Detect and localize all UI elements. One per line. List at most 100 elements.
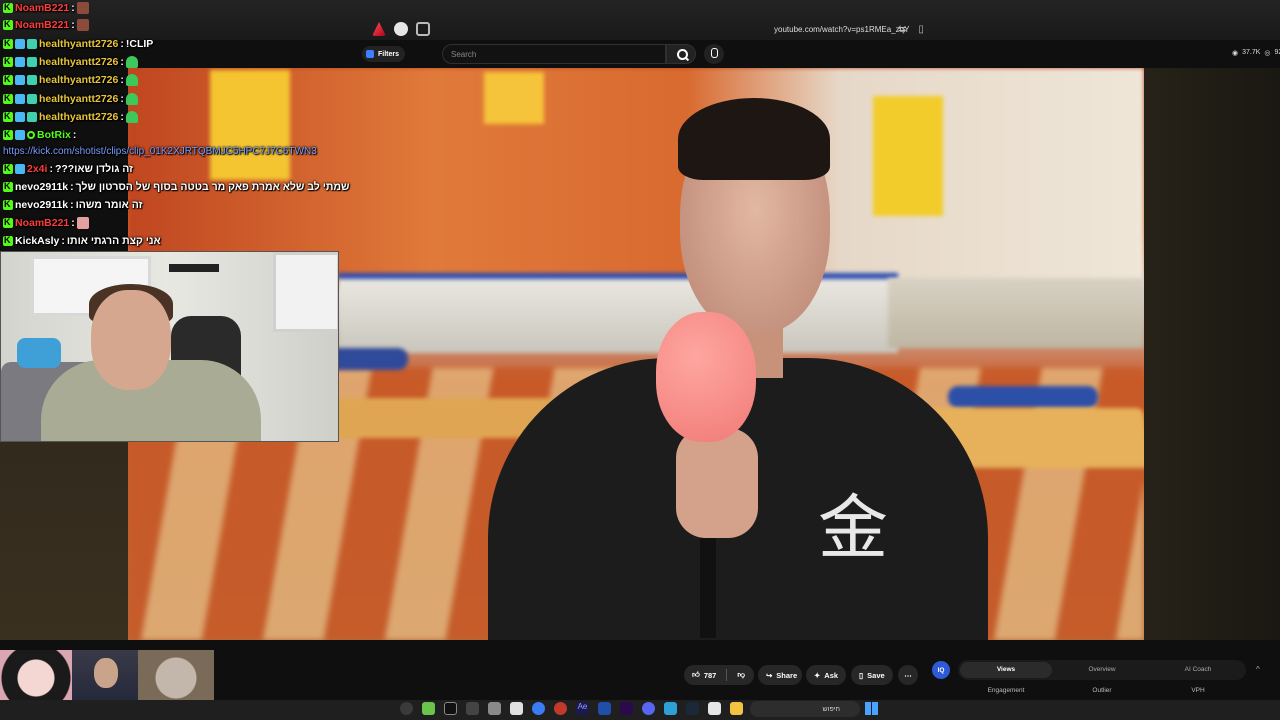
chat-separator: : bbox=[71, 217, 75, 229]
chat-username: healthyantt2726 bbox=[39, 93, 119, 105]
chat-separator: : bbox=[120, 111, 124, 123]
webcam-person-head bbox=[91, 290, 171, 390]
chat-message: NoamB221 : bbox=[3, 0, 89, 16]
watchers-count: 92 bbox=[1274, 49, 1280, 56]
shirt-logo: 金 bbox=[818, 487, 888, 569]
tab-ai-coach[interactable]: AI Coach bbox=[1152, 662, 1244, 678]
steam-icon[interactable] bbox=[686, 702, 699, 715]
terminal-icon[interactable] bbox=[466, 702, 479, 715]
discord-icon[interactable] bbox=[642, 702, 655, 715]
brave-shield-icon[interactable] bbox=[372, 22, 386, 36]
gift-badge-icon bbox=[27, 39, 37, 49]
share-label: Share bbox=[776, 670, 798, 680]
tab-overview[interactable]: Overview bbox=[1056, 662, 1148, 678]
like-count: 787 bbox=[703, 670, 717, 680]
iq-tabs: Views Overview AI Coach bbox=[958, 660, 1246, 680]
after-effects-icon[interactable]: Ae bbox=[576, 702, 589, 715]
photoshop-icon[interactable] bbox=[598, 702, 611, 715]
chat-separator: : bbox=[72, 129, 77, 141]
microphone-icon[interactable] bbox=[704, 44, 724, 64]
save-button[interactable]: ▯ Save bbox=[851, 665, 893, 685]
address-bar-tools: ⇆ ▯ bbox=[898, 24, 924, 35]
chat-separator: : bbox=[120, 56, 124, 68]
more-button[interactable]: ⋯ bbox=[898, 665, 918, 685]
tab-icon[interactable] bbox=[416, 22, 430, 36]
chat-message: 2x4i : ???זה גולדן שאו bbox=[3, 161, 133, 177]
chat-username: healthyantt2726 bbox=[39, 111, 119, 123]
chat-message: nevo2911k : זה אומר משהו bbox=[3, 197, 142, 213]
gift-badge-icon bbox=[27, 94, 37, 104]
subscriber-badge-icon bbox=[15, 39, 25, 49]
chat-emote-icon bbox=[76, 2, 89, 14]
chat-message: healthyantt2726 : bbox=[3, 72, 138, 88]
gift-badge-icon bbox=[27, 75, 37, 85]
chat-message: NoamB221 : bbox=[3, 17, 89, 33]
search-input[interactable]: Search bbox=[442, 44, 666, 64]
iq-extension-icon[interactable]: IQ bbox=[932, 661, 950, 679]
app-icon[interactable] bbox=[488, 702, 501, 715]
video-person-hand bbox=[676, 428, 758, 538]
chat-username: healthyantt2726 bbox=[39, 74, 119, 86]
taskbar-search[interactable]: חיפוש bbox=[750, 701, 860, 717]
browser-extension-icons bbox=[372, 22, 430, 36]
chat-emote-icon bbox=[125, 111, 138, 123]
translate-icon[interactable]: ⇆ bbox=[898, 24, 906, 35]
filters-button[interactable]: Filters bbox=[362, 46, 406, 62]
app-icon[interactable] bbox=[664, 702, 677, 715]
chat-separator: : bbox=[61, 235, 65, 247]
clip-link[interactable]: https://kick.com/shotist/clips/clip_01K2… bbox=[3, 146, 317, 157]
store-icon[interactable] bbox=[708, 702, 721, 715]
thumbs-down-icon[interactable]: 👎︎ bbox=[737, 670, 745, 680]
search-icon[interactable] bbox=[666, 44, 696, 64]
chat-message: healthyantt2726 : !CLIP bbox=[3, 36, 153, 52]
extension-icon[interactable] bbox=[394, 22, 408, 36]
windows-start-icon[interactable] bbox=[865, 702, 878, 715]
chat-message: healthyantt2726 : bbox=[3, 54, 138, 70]
microphone-foam bbox=[656, 312, 756, 442]
browser-toolbar bbox=[0, 0, 1280, 40]
app-icon[interactable] bbox=[510, 702, 523, 715]
thumbs-up-icon[interactable]: 👍︎ bbox=[692, 670, 700, 680]
davinci-icon[interactable] bbox=[554, 702, 567, 715]
chat-message: healthyantt2726 : bbox=[3, 109, 138, 125]
app-icon[interactable] bbox=[532, 702, 545, 715]
kick-badge-icon bbox=[3, 19, 13, 30]
minecraft-icon[interactable] bbox=[422, 702, 435, 715]
bookmark-icon[interactable]: ▯ bbox=[918, 24, 924, 35]
subscriber-badge-icon bbox=[15, 94, 25, 104]
obs-icon[interactable] bbox=[400, 702, 413, 715]
address-bar[interactable]: youtube.com/watch?v=ps1RMEa_zqY bbox=[774, 25, 909, 34]
premiere-icon[interactable] bbox=[620, 702, 633, 715]
chat-message: KickAsly : אני קצת הרגתי אותו bbox=[3, 233, 161, 249]
right-background bbox=[1144, 68, 1280, 640]
tab-views[interactable]: Views bbox=[960, 662, 1052, 678]
webcam-window bbox=[273, 252, 338, 332]
eye-icon: ◎ bbox=[1264, 50, 1271, 57]
kick-badge-icon bbox=[3, 163, 13, 174]
sparkle-icon: ✦ bbox=[814, 670, 821, 680]
chat-username: NoamB221 bbox=[15, 2, 70, 14]
chat-text: ???זה גולדן שאו bbox=[54, 163, 134, 175]
chat-emote-icon bbox=[76, 217, 89, 229]
subscriber-badge-icon bbox=[15, 57, 25, 67]
chat-text: אני קצת הרגתי אותו bbox=[66, 235, 161, 247]
chat-text: שמתי לב שלא אמרת פאק מר בטטה בסוף של הסר… bbox=[75, 181, 350, 193]
chat-text: !CLIP bbox=[125, 38, 154, 50]
subscriber-badge-icon bbox=[15, 164, 25, 174]
like-divider bbox=[726, 669, 728, 681]
subscriber-badge-icon bbox=[15, 130, 25, 140]
x-app-icon[interactable] bbox=[444, 702, 457, 715]
streamer-webcam bbox=[0, 251, 339, 442]
share-button[interactable]: ↪ Share bbox=[758, 665, 802, 685]
like-dislike-button[interactable]: 👍︎ 787 👎︎ bbox=[684, 665, 754, 685]
column-vph: VPH bbox=[1191, 687, 1205, 694]
collapse-icon[interactable]: ^ bbox=[1256, 665, 1260, 674]
chat-emote-icon bbox=[125, 93, 138, 105]
chat-emote-icon bbox=[76, 19, 89, 31]
chat-username: healthyantt2726 bbox=[39, 38, 119, 50]
viewer-stats: ◉ 37.7K ◎ 92 bbox=[1232, 49, 1280, 57]
ask-button[interactable]: ✦ Ask bbox=[806, 665, 846, 685]
chat-emote-icon bbox=[125, 74, 138, 86]
folder-icon[interactable] bbox=[730, 702, 743, 715]
chat-separator: : bbox=[120, 93, 124, 105]
